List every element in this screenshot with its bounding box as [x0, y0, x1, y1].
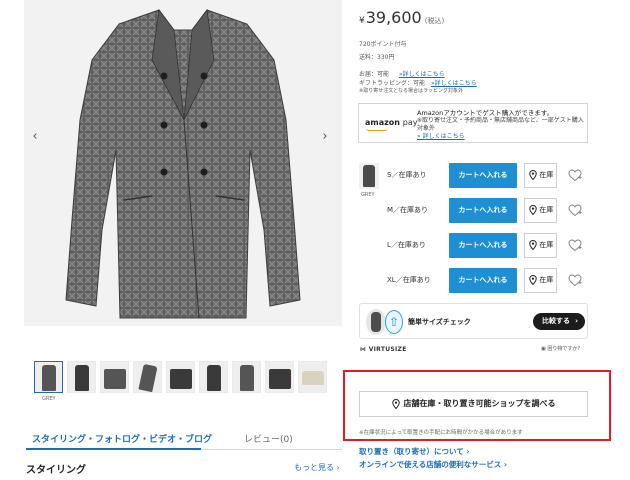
currency-symbol: ¥	[359, 16, 365, 26]
virtusize-brand: ⋈ VIRTUSIZE	[360, 346, 407, 353]
compare-button[interactable]: 比較する ›	[533, 313, 585, 330]
thumbnail-3[interactable]	[100, 361, 129, 393]
thumbnail-strip	[34, 361, 327, 393]
shipping-text: 送料：330円	[359, 54, 395, 61]
store-stock-button[interactable]: 在庫	[524, 233, 557, 258]
active-tab-indicator	[26, 448, 201, 450]
coat-image	[65, 8, 301, 319]
size-row: L／在庫あり カートへ入れる 在庫	[359, 233, 589, 259]
size-stock-label: S／在庫あり	[387, 171, 427, 179]
virtusize-logo-icon: ⋈	[360, 346, 367, 353]
store-stock-label: 在庫	[539, 276, 554, 284]
add-to-cart-button[interactable]: カートへ入れる	[449, 233, 517, 258]
thumbnail-5[interactable]	[166, 361, 195, 393]
location-pin-icon	[529, 204, 537, 216]
amazon-pay-text: Amazonアカウントでゲスト購入ができます。 ※取り寄せ注文・予約商品・無店舗…	[417, 109, 585, 141]
location-pin-icon	[529, 274, 537, 286]
store-stock-button[interactable]: 在庫	[524, 163, 557, 188]
location-pin-icon	[529, 169, 537, 181]
store-stock-label: 在庫	[539, 241, 554, 249]
thumbnail-2[interactable]	[67, 361, 96, 393]
styling-more-link[interactable]: もっと見る ›	[294, 462, 340, 473]
virtusize-help-link[interactable]: ▣ 困り物ですか?	[541, 345, 580, 352]
thumbnail-1[interactable]	[34, 361, 63, 393]
tax-label: (税込)	[424, 17, 445, 25]
favorite-add-icon[interactable]	[568, 204, 582, 219]
favorite-add-icon[interactable]	[568, 274, 582, 289]
next-image-arrow[interactable]: ›	[318, 128, 332, 146]
virtusize-widget: ⇧ 簡単サイズチェック 比較する ›	[359, 303, 588, 339]
find-store-button[interactable]: 店舗在庫・取り置き可能ショップを調べる	[359, 391, 588, 417]
thumbnail-8[interactable]	[265, 361, 294, 393]
gift-label: お届：可能	[359, 71, 390, 78]
size-row: M／在庫あり カートへ入れる 在庫	[359, 198, 589, 224]
garment-icon	[366, 309, 386, 335]
location-pin-icon	[529, 239, 537, 251]
price-value: 39,600	[365, 8, 422, 27]
size-row: S／在庫あり カートへ入れる 在庫	[359, 163, 589, 189]
store-stock-button[interactable]: 在庫	[524, 198, 557, 223]
size-stock-label: L／在庫あり	[387, 241, 426, 249]
thumbnail-6[interactable]	[199, 361, 228, 393]
thumbnail-4[interactable]	[133, 361, 162, 393]
add-to-cart-button[interactable]: カートへ入れる	[449, 268, 517, 293]
online-service-link[interactable]: オンラインで使える店舗の便利なサービス ›	[359, 459, 507, 470]
store-stock-label: 在庫	[539, 171, 554, 179]
wrapping-note: ※取り寄せ注文となる場合はラッピング対象外	[359, 88, 464, 94]
location-pin-icon	[391, 398, 400, 409]
content-tabs: スタイリング・フォトログ・ビデオ・ブログ レビュー(0)	[26, 426, 342, 450]
wrapping-details-link[interactable]: »詳しくはこちら	[431, 80, 477, 87]
add-to-cart-button[interactable]: カートへ入れる	[449, 198, 517, 223]
store-stock-label: 在庫	[539, 206, 554, 214]
amazon-pay-logo: amazon pay	[365, 118, 418, 127]
reserve-info-link[interactable]: 取り置き（取り寄せ）について ›	[359, 446, 469, 457]
size-row: XL／在庫あり カートへ入れる 在庫	[359, 268, 589, 294]
favorite-add-icon[interactable]	[568, 169, 582, 184]
help-icon: ▣	[541, 346, 546, 352]
gift-row: お届：可能 »詳しくはこちら	[359, 69, 445, 78]
styling-title: スタイリング	[26, 465, 86, 476]
size-stock-label: M／在庫あり	[387, 206, 429, 214]
thumbnail-9[interactable]	[298, 361, 327, 393]
gift-details-link[interactable]: »詳しくはこちら	[399, 71, 445, 78]
virtusize-body-icon: ⇧	[385, 310, 403, 334]
tab-styling[interactable]: スタイリング・フォトログ・ビデオ・ブログ	[32, 432, 212, 445]
favorite-add-icon[interactable]	[568, 239, 582, 254]
wrapping-row: ギフトラッピング：可能 »詳しくはこちら	[359, 78, 477, 87]
add-to-cart-button[interactable]: カートへ入れる	[449, 163, 517, 188]
amazon-smile-icon	[366, 128, 388, 131]
amazon-details-link[interactable]: » 詳しくはこちら	[417, 133, 585, 141]
wrapping-label: ギフトラッピング：可能	[359, 80, 426, 87]
size-stock-label: XL／在庫あり	[387, 276, 431, 284]
points-text: 720ポイント付与	[359, 41, 407, 48]
amazon-pay-box[interactable]: amazon pay Amazonアカウントでゲスト購入ができます。 ※取り寄せ…	[358, 103, 588, 143]
store-stock-button[interactable]: 在庫	[524, 268, 557, 293]
product-main-image[interactable]	[24, 0, 342, 326]
thumbnail-caption: GREY	[42, 396, 56, 402]
store-note: ※在庫状況によって取置きの手配にお時間がかかる場合があります	[359, 430, 523, 436]
virtusize-label: 簡単サイズチェック	[408, 318, 471, 326]
thumbnail-7[interactable]	[232, 361, 261, 393]
product-price: ¥39,600 (税込)	[359, 8, 444, 27]
tab-review[interactable]: レビュー(0)	[244, 432, 293, 445]
prev-image-arrow[interactable]: ‹	[28, 128, 42, 146]
